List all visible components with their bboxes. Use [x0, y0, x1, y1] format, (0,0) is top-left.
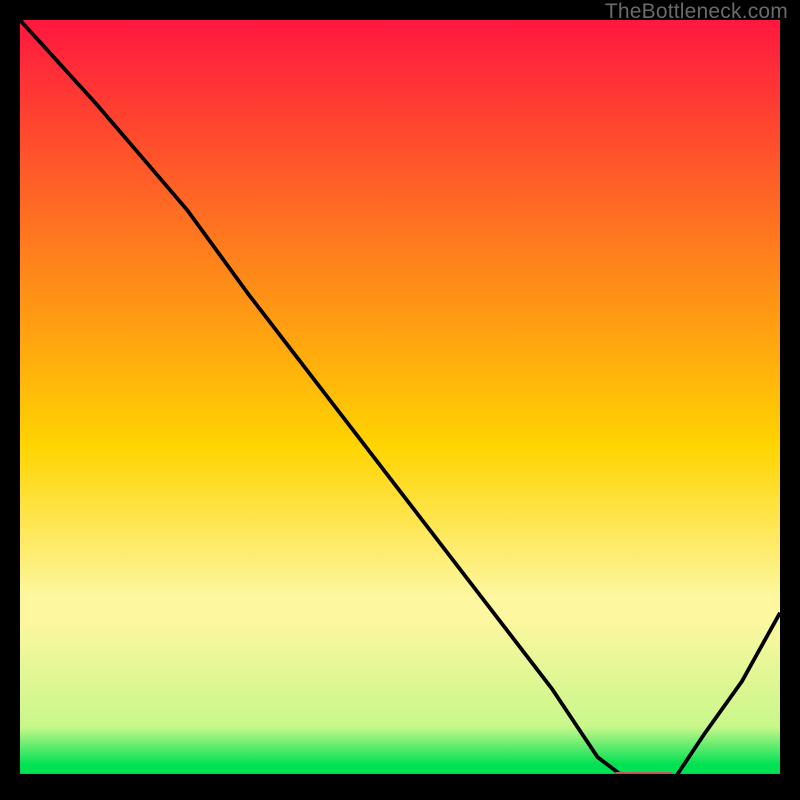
chart-frame: TheBottleneck.com	[0, 0, 800, 800]
axis-baseline	[20, 774, 780, 780]
heat-background	[20, 20, 780, 780]
bottleneck-chart	[20, 20, 780, 780]
